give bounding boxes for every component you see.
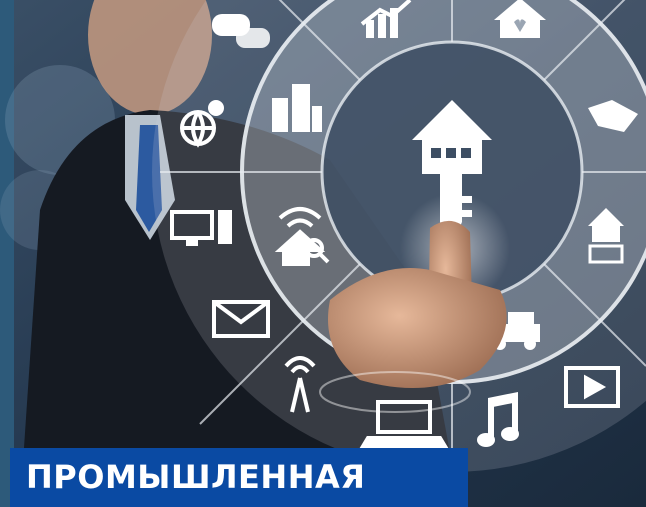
photo-scene	[0, 0, 646, 507]
caption-banner: ПРОМЫШЛЕННАЯ	[10, 448, 468, 507]
hand	[328, 268, 507, 388]
left-edge-texture	[0, 0, 14, 507]
